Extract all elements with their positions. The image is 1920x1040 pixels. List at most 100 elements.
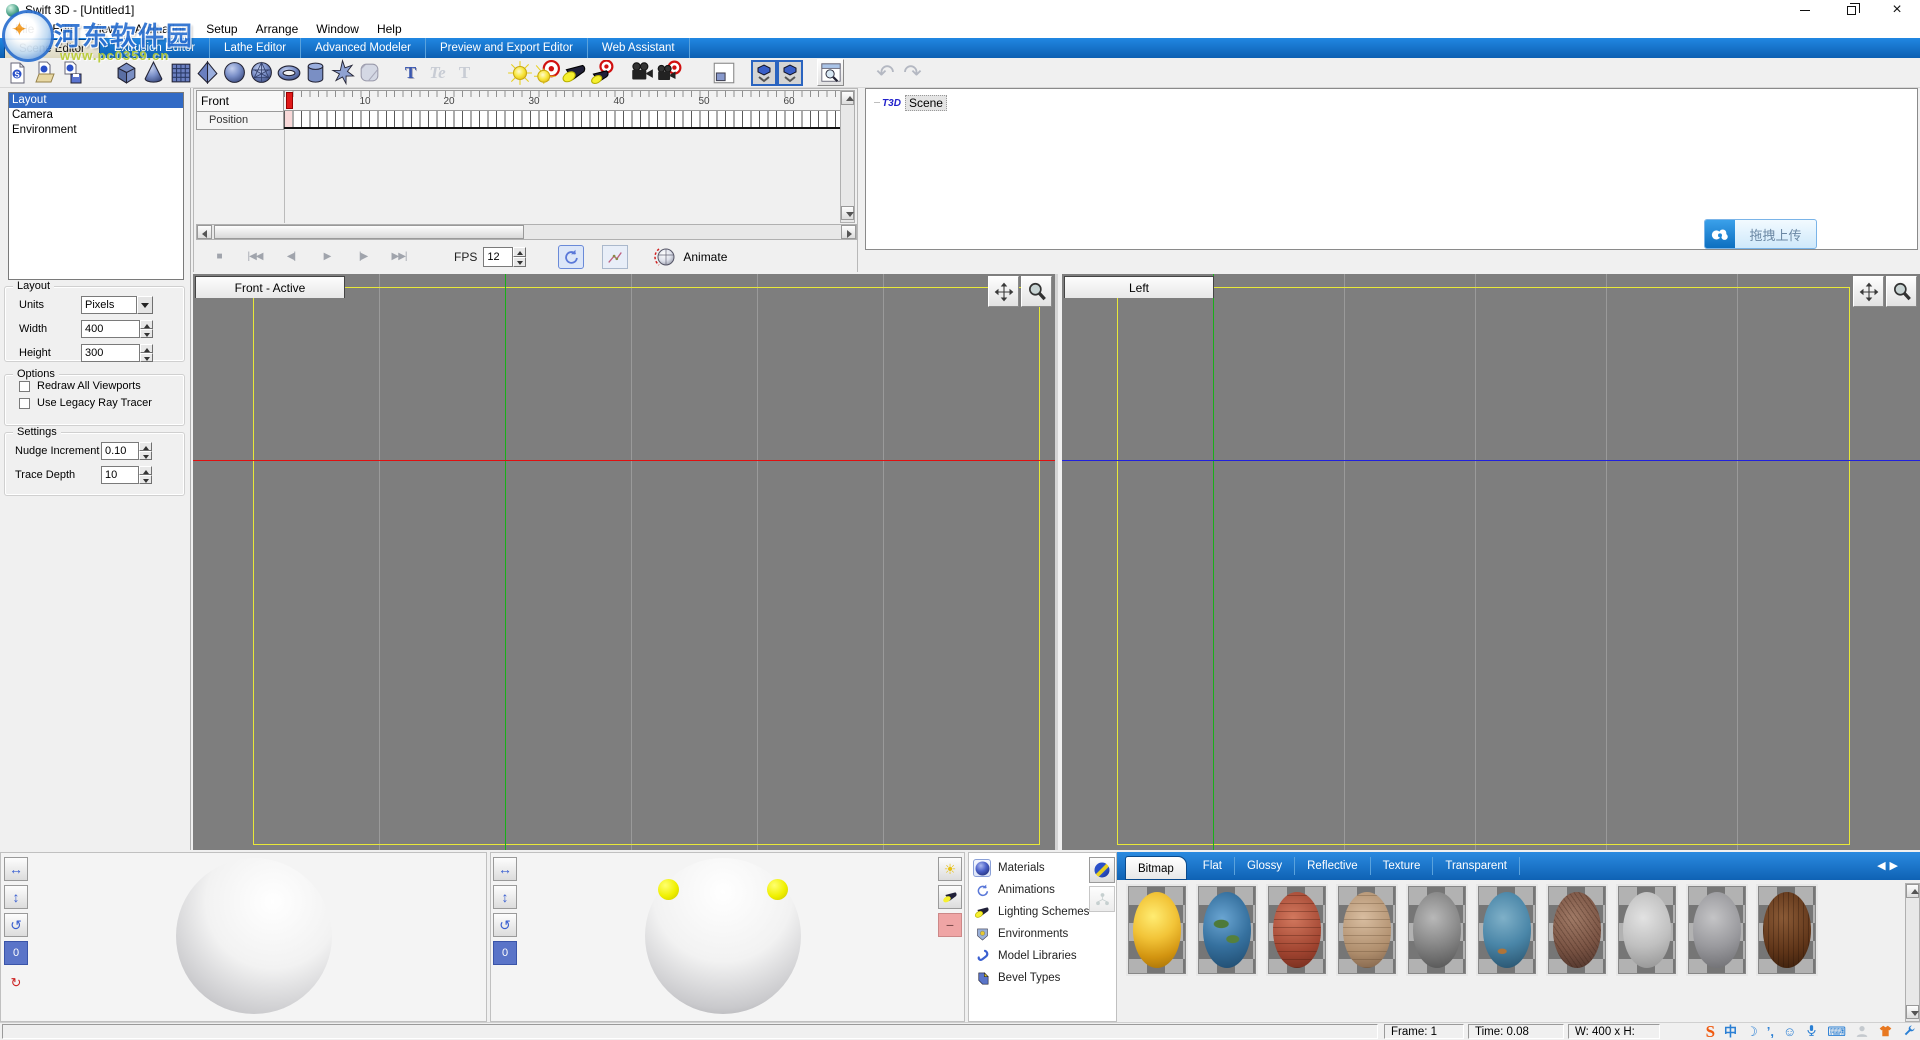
target-camera-icon[interactable] [655,59,682,86]
text-tool-icon[interactable]: T [397,59,424,86]
hierarchy-view-button[interactable] [1089,886,1115,912]
spot-light-icon[interactable] [560,59,587,86]
new-scene-icon[interactable]: S [4,59,31,86]
list-item-layout[interactable]: Layout [9,93,183,108]
torus-icon[interactable] [275,59,302,86]
height-spinner[interactable] [140,344,153,362]
sphere-icon[interactable] [221,59,248,86]
gallery-tab-texture[interactable]: Texture [1371,857,1434,875]
previous-frame-button[interactable]: ◀| [280,251,302,262]
list-item-environment[interactable]: Environment [9,123,183,138]
cylinder-icon[interactable] [302,59,329,86]
ime-account-icon[interactable] [1855,1024,1869,1040]
scene-node-label[interactable]: Scene [905,95,947,111]
play-button[interactable]: ▶ [316,251,338,262]
delete-light-button[interactable]: − [938,913,962,937]
category-model-libraries[interactable]: Model Libraries [969,945,1116,967]
gallery-tab-glossy[interactable]: Glossy [1235,857,1295,875]
material-swatch-dark-wood[interactable] [1758,886,1816,974]
plane-icon[interactable] [167,59,194,86]
rotation-increment-value[interactable]: 0 [4,941,28,965]
units-dropdown-arrow[interactable] [137,296,153,314]
open-file-icon[interactable] [31,59,58,86]
timeline-playhead[interactable] [286,92,293,109]
camera-icon[interactable] [628,59,655,86]
close-button[interactable]: × [1874,0,1920,20]
rotate-vertical-button[interactable]: ↕ [4,885,28,909]
fps-input[interactable]: 12 [483,247,513,267]
spin-button[interactable]: ↺ [493,913,517,937]
rotation-trackball[interactable] [176,858,332,1014]
restore-button[interactable] [1828,0,1874,20]
next-frame-button[interactable]: |▶ [352,251,374,262]
scene-light-1[interactable] [658,879,679,900]
timeline-vertical-scrollbar[interactable] [840,90,855,223]
cube-icon[interactable] [113,59,140,86]
material-swatch-granite[interactable] [1408,886,1466,974]
star-icon[interactable] [329,59,356,86]
rounded-cube-icon[interactable] [356,59,383,86]
tab-preview-export-editor[interactable]: Preview and Export Editor [426,38,588,58]
sogou-logo-icon[interactable]: S [1706,1022,1715,1040]
viewport-pan-button[interactable] [1853,276,1884,307]
text-editor-icon[interactable]: Te [424,59,451,86]
gallery-tab-flat[interactable]: Flat [1191,857,1235,875]
list-item-camera[interactable]: Camera [9,108,183,123]
reset-rotation-icon[interactable]: ↻ [4,971,28,995]
tab-extrusion-editor[interactable]: Extrusion Editor [100,38,210,58]
viewport-pan-button[interactable] [988,276,1019,307]
rotate-vertical-button[interactable]: ↕ [493,885,517,909]
target-point-light-icon[interactable] [533,59,560,86]
category-bevel-types[interactable]: Bevel Types [969,967,1116,989]
ime-keyboard-icon[interactable]: ⌨ [1827,1023,1846,1040]
legacy-ray-tracer-checkbox[interactable] [19,398,30,409]
viewport-front[interactable]: Front - Active [193,274,1058,850]
timeline-horizontal-scrollbar[interactable] [196,224,857,240]
viewport-left-tab[interactable]: Left [1064,276,1214,298]
trace-depth-input[interactable]: 10 [101,466,139,484]
rotate-horizontal-button[interactable]: ↔ [4,857,28,881]
menu-edit[interactable]: Edit [43,22,82,36]
drag-upload-button[interactable]: 拖拽上传 [1704,219,1817,249]
tab-lathe-editor[interactable]: Lathe Editor [210,38,301,58]
timeline-property-row[interactable]: Position [197,112,283,129]
cone-icon[interactable] [140,59,167,86]
ime-emoji-icon[interactable]: ☺ [1783,1023,1796,1040]
save-file-icon[interactable] [58,59,85,86]
gallery-tab-transparent[interactable]: Transparent [1433,857,1520,875]
material-swatch-wicker[interactable] [1548,886,1606,974]
ime-skin-icon[interactable] [1878,1024,1893,1040]
scene-root-node[interactable]: ┄ T3D Scene [874,95,1917,111]
material-swatch-stone-gray[interactable] [1688,886,1746,974]
gallery-scrollbar[interactable] [1905,883,1920,1022]
width-input[interactable]: 400 [81,320,140,338]
ime-punctuation-icon[interactable]: ’, [1767,1023,1774,1040]
pyramid-icon[interactable] [194,59,221,86]
geosphere-icon[interactable] [248,59,275,86]
gallery-tab-bitmap[interactable]: Bitmap [1125,856,1187,880]
fps-spinner[interactable] [513,247,526,267]
loop-playback-button[interactable] [558,245,584,269]
viewport-zoom-button[interactable] [1886,276,1917,307]
go-to-start-button[interactable]: |◀◀ [244,251,266,262]
ime-voice-icon[interactable] [1805,1023,1818,1040]
lighting-increment-value[interactable]: 0 [493,941,517,965]
add-point-light-button[interactable]: ☀ [938,857,962,881]
material-swatch-tan-brick[interactable] [1338,886,1396,974]
material-swatch-weathered-blue[interactable] [1478,886,1536,974]
material-swatch-earth[interactable] [1198,886,1256,974]
stop-button[interactable]: ■ [208,251,230,262]
insert-lathe-button[interactable] [777,60,803,86]
scroll-left-button[interactable] [197,225,212,239]
nudge-increment-input[interactable]: 0.10 [101,442,139,460]
gallery-scroll-up[interactable] [1906,884,1919,898]
scrollbar-thumb[interactable] [214,225,524,239]
tab-scene-editor[interactable]: Scene Editor [4,39,100,58]
gallery-tab-reflective[interactable]: Reflective [1295,857,1371,875]
redraw-all-viewports-checkbox[interactable] [19,381,30,392]
rotate-horizontal-button[interactable]: ↔ [493,857,517,881]
viewport-front-tab[interactable]: Front - Active [195,276,345,298]
tab-advanced-modeler[interactable]: Advanced Modeler [301,38,426,58]
menu-setup[interactable]: Setup [197,22,246,36]
minimize-button[interactable] [1782,0,1828,20]
